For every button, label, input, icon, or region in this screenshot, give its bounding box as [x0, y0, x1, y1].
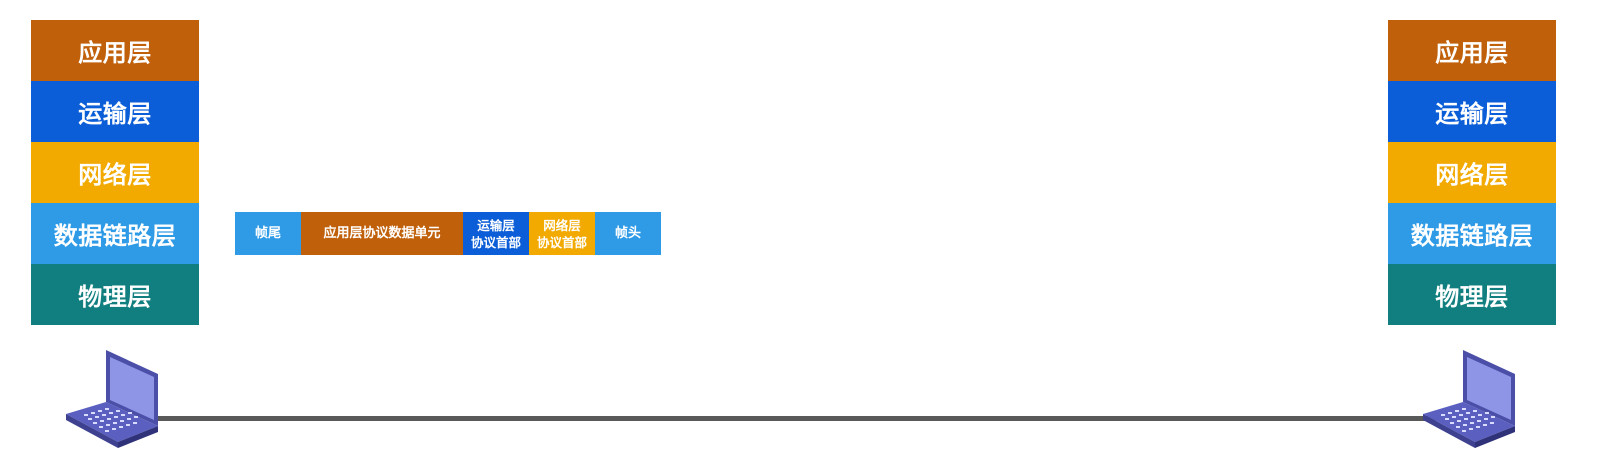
- left-laptop-icon: [66, 350, 166, 460]
- right-physical-layer: 物理层: [1388, 264, 1556, 325]
- right-application-layer: 应用层: [1388, 20, 1556, 81]
- right-protocol-stack: 应用层 运输层 网络层 数据链路层 物理层: [1388, 20, 1556, 325]
- left-transport-layer: 运输层: [31, 81, 199, 142]
- left-protocol-stack: 应用层 运输层 网络层 数据链路层 物理层: [31, 20, 199, 325]
- left-datalink-layer: 数据链路层: [31, 203, 199, 264]
- application-pdu-segment: 应用层协议数据单元: [301, 212, 463, 255]
- left-physical-layer: 物理层: [31, 264, 199, 325]
- left-network-layer: 网络层: [31, 142, 199, 203]
- frame-trailer-segment: 帧尾: [235, 212, 301, 255]
- right-network-layer: 网络层: [1388, 142, 1556, 203]
- right-datalink-layer: 数据链路层: [1388, 203, 1556, 264]
- encapsulated-frame: 帧尾 应用层协议数据单元 运输层 协议首部 网络层 协议首部 帧头: [235, 212, 661, 255]
- right-laptop-icon: [1423, 350, 1523, 460]
- left-application-layer: 应用层: [31, 20, 199, 81]
- network-cable: [150, 416, 1450, 421]
- right-transport-layer: 运输层: [1388, 81, 1556, 142]
- network-header-segment: 网络层 协议首部: [529, 212, 595, 255]
- frame-header-segment: 帧头: [595, 212, 661, 255]
- transport-header-segment: 运输层 协议首部: [463, 212, 529, 255]
